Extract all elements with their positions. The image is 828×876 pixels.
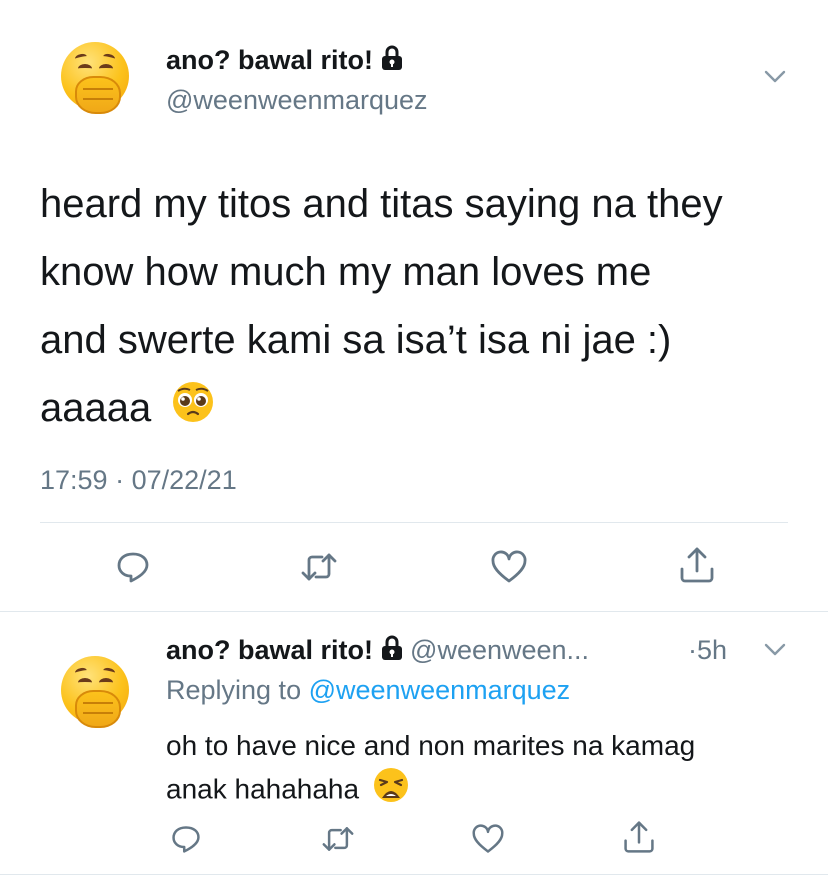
reply-tweet-text-line: oh to have nice and non marites na kamag bbox=[166, 730, 696, 761]
reply-like-button[interactable] bbox=[468, 819, 508, 859]
reply-tweet-handle[interactable]: @weenween... bbox=[410, 635, 589, 665]
main-tweet-time: 17:59 bbox=[40, 465, 108, 495]
main-tweet-text: heard my titos and titas saying na they … bbox=[40, 170, 723, 444]
pleading-face-icon bbox=[172, 376, 214, 444]
reply-retweet-button[interactable] bbox=[318, 819, 358, 859]
reply-tweet-menu-button[interactable] bbox=[764, 643, 786, 662]
reply-bottom-divider bbox=[0, 874, 828, 875]
timestamp-separator: · bbox=[115, 465, 125, 495]
main-tweet-author[interactable]: ano? bawal rito! bbox=[166, 44, 403, 78]
main-like-button[interactable] bbox=[489, 547, 529, 587]
replying-to-prefix: Replying to bbox=[166, 675, 302, 705]
reply-share-button[interactable] bbox=[619, 817, 659, 857]
main-tweet-text-line: know how much my man loves me bbox=[40, 250, 652, 294]
main-tweet-date: 07/22/21 bbox=[131, 465, 237, 495]
lock-icon bbox=[381, 45, 403, 78]
replying-to-handle-link[interactable]: @weenweenmarquez bbox=[309, 675, 571, 705]
tweet-separator bbox=[0, 611, 828, 612]
age-separator: · bbox=[688, 635, 697, 665]
share-icon bbox=[624, 821, 654, 853]
reply-tweet-time: 5h bbox=[697, 635, 728, 665]
heart-icon bbox=[491, 550, 527, 583]
share-icon bbox=[680, 547, 714, 583]
heart-icon bbox=[472, 824, 504, 853]
lock-icon bbox=[381, 635, 403, 668]
main-tweet-handle[interactable]: @weenweenmarquez bbox=[166, 84, 428, 116]
main-tweet-divider bbox=[40, 522, 788, 523]
main-tweet-text-line: heard my titos and titas saying na they bbox=[40, 182, 723, 226]
main-tweet-display-name[interactable]: ano? bawal rito! bbox=[166, 45, 373, 75]
retweet-icon bbox=[301, 553, 337, 581]
reply-tweet-display-name[interactable]: ano? bawal rito! bbox=[166, 635, 373, 665]
reply-icon bbox=[117, 552, 149, 583]
reply-tweet-age[interactable]: ·5h bbox=[688, 634, 727, 666]
replying-to: Replying to @weenweenmarquez bbox=[166, 674, 570, 706]
main-tweet-text-line: aaaaa bbox=[40, 386, 152, 430]
reply-tweet-header[interactable]: ano? bawal rito! @weenween... bbox=[166, 634, 589, 668]
reply-icon bbox=[172, 826, 200, 853]
chevron-down-icon bbox=[764, 70, 786, 83]
main-tweet-text-line: and swerte kami sa isa’t isa ni jae :) bbox=[40, 318, 672, 362]
retweet-icon bbox=[322, 827, 354, 851]
yawning-face-icon bbox=[61, 656, 129, 728]
main-share-button[interactable] bbox=[677, 545, 717, 585]
main-tweet-avatar[interactable] bbox=[57, 38, 133, 114]
main-tweet-menu-button[interactable] bbox=[764, 70, 786, 89]
main-retweet-button[interactable] bbox=[299, 547, 339, 587]
reply-tweet-text: oh to have nice and non marites na kamag… bbox=[166, 724, 695, 815]
main-reply-button[interactable] bbox=[113, 547, 153, 587]
reply-tweet-avatar[interactable] bbox=[57, 652, 133, 728]
reply-reply-button[interactable] bbox=[166, 819, 206, 859]
weary-face-icon bbox=[373, 767, 409, 815]
reply-tweet-text-line: anak hahahaha bbox=[166, 773, 360, 805]
yawning-face-icon bbox=[61, 42, 129, 114]
main-tweet-timestamp[interactable]: 17:59 · 07/22/21 bbox=[40, 464, 237, 496]
chevron-down-icon bbox=[764, 643, 786, 656]
